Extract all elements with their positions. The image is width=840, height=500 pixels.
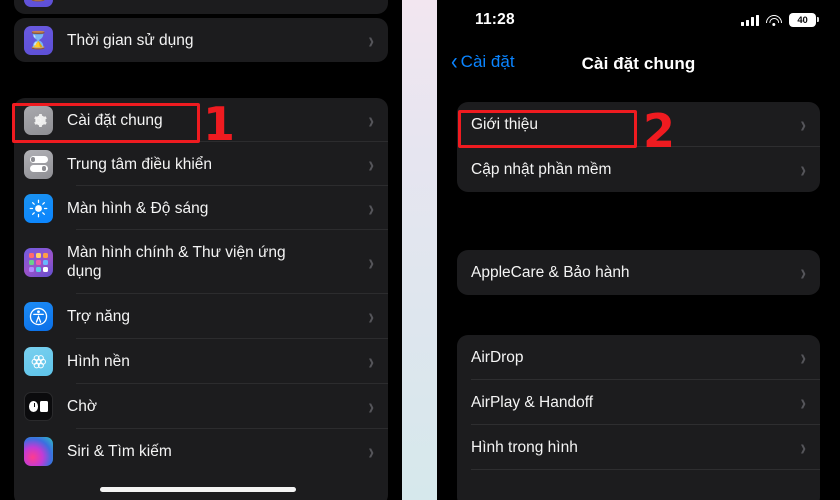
hourglass-icon: ⌛ <box>24 25 53 55</box>
chevron-right-icon: › <box>368 107 374 133</box>
chevron-right-icon: › <box>368 151 374 177</box>
battery-level: 40 <box>797 14 808 26</box>
settings-group-top-partial: ⌛ <box>14 0 388 14</box>
status-bar-time: 11:28 <box>475 11 515 28</box>
list-item-label: AirDrop <box>471 348 524 366</box>
chevron-right-icon: › <box>368 27 374 53</box>
wallpaper-icon <box>24 347 53 376</box>
chevron-right-icon: › <box>800 389 806 416</box>
settings-group-sharing: AirDrop › AirPlay & Handoff › Hình trong… <box>457 335 820 500</box>
status-bar-indicators: 40 <box>741 13 820 27</box>
list-item-airdrop[interactable]: AirDrop › <box>457 335 820 380</box>
list-item-label: AirPlay & Handoff <box>471 393 594 411</box>
list-item-label: AppleCare & Bảo hành <box>471 263 630 281</box>
chevron-right-icon: › <box>368 348 374 375</box>
home-indicator <box>100 487 296 492</box>
chevron-right-icon: › <box>368 438 374 465</box>
list-item-about[interactable]: Giới thiệu › <box>457 102 820 147</box>
list-item-software-update[interactable]: Cập nhật phần mềm › <box>457 147 820 192</box>
chevron-right-icon: › <box>368 303 374 330</box>
chevron-right-icon: › <box>800 111 806 138</box>
settings-group-general: Cài đặt chung › Trung tâm điều khiển › M… <box>14 98 388 500</box>
step-number-1: 1 <box>203 97 236 151</box>
settings-group-screentime: ⌛ Thời gian sử dụng › <box>14 18 388 62</box>
settings-group-about: Giới thiệu › Cập nhật phần mềm › <box>457 102 820 192</box>
right-phone-screen: 11:28 40 ‹ Cài đặt Cài đặt chung Giới th… <box>437 0 840 500</box>
list-item[interactable]: ⌛ <box>14 0 388 14</box>
wifi-icon <box>766 14 782 26</box>
standby-icon <box>24 392 53 421</box>
page-title: Cài đặt chung <box>581 54 696 73</box>
control-center-icon <box>24 149 53 179</box>
list-item-label: Hình trong hình <box>471 438 578 456</box>
panel-divider <box>402 0 437 500</box>
list-item-home-screen[interactable]: Màn hình chính & Thư viện ứng dụng › <box>14 230 388 294</box>
list-item-siri-search[interactable]: Siri & Tìm kiếm › <box>14 429 388 474</box>
chevron-right-icon: › <box>368 195 374 221</box>
list-item-label: Giới thiệu <box>471 115 539 133</box>
list-item-picture-in-picture[interactable]: Hình trong hình › <box>457 425 820 470</box>
cellular-signal-icon <box>741 14 759 26</box>
chevron-right-icon: › <box>800 156 806 183</box>
list-item-accessibility[interactable]: Trợ năng › <box>14 294 388 339</box>
screenshot-root: ⌛ ⌛ Thời gian sử dụng › <box>0 0 840 500</box>
list-item-label: Cài đặt chung <box>67 111 163 129</box>
gear-icon <box>24 105 53 135</box>
list-item-wallpaper[interactable]: Hình nền › <box>14 339 388 384</box>
list-item-standby[interactable]: Chờ › <box>14 384 388 429</box>
list-item-label: Trợ năng <box>67 308 131 325</box>
chevron-right-icon: › <box>800 259 806 286</box>
settings-group-applecare: AppleCare & Bảo hành › <box>457 250 820 295</box>
list-item-label: Siri & Tìm kiếm <box>67 443 172 460</box>
list-item-display-brightness[interactable]: Màn hình & Độ sáng › <box>14 186 388 230</box>
list-item-label: Chờ <box>67 398 97 415</box>
list-item-label: Màn hình & Độ sáng <box>67 199 209 217</box>
list-item-label: Thời gian sử dụng <box>67 31 194 49</box>
chevron-right-icon: › <box>800 434 806 461</box>
list-item-airplay-handoff[interactable]: AirPlay & Handoff › <box>457 380 820 425</box>
chevron-right-icon: › <box>368 393 374 420</box>
step-number-2: 2 <box>643 104 676 158</box>
chevron-right-icon: › <box>368 249 374 275</box>
list-item-screen-time[interactable]: ⌛ Thời gian sử dụng › <box>14 18 388 62</box>
battery-icon: 40 <box>789 13 820 27</box>
divider <box>471 469 820 470</box>
list-item-label: Trung tâm điều khiển <box>67 155 213 173</box>
home-screen-icon <box>24 247 53 277</box>
list-item-control-center[interactable]: Trung tâm điều khiển › <box>14 142 388 186</box>
status-bar: 11:28 40 <box>437 0 840 38</box>
list-item-applecare[interactable]: AppleCare & Bảo hành › <box>457 250 820 295</box>
accessibility-icon <box>24 302 53 331</box>
list-item-label: Hình nền <box>67 353 130 370</box>
hourglass-icon: ⌛ <box>24 0 53 7</box>
list-item-label: Màn hình chính & Thư viện ứng dụng <box>67 244 286 280</box>
navigation-bar: ‹ Cài đặt Cài đặt chung <box>437 50 840 86</box>
chevron-right-icon: › <box>800 344 806 371</box>
siri-icon <box>24 437 53 466</box>
left-phone-screen: ⌛ ⌛ Thời gian sử dụng › <box>0 0 402 500</box>
brightness-icon <box>24 193 53 223</box>
list-item-general[interactable]: Cài đặt chung › <box>14 98 388 142</box>
list-item-label: Cập nhật phần mềm <box>471 160 612 178</box>
